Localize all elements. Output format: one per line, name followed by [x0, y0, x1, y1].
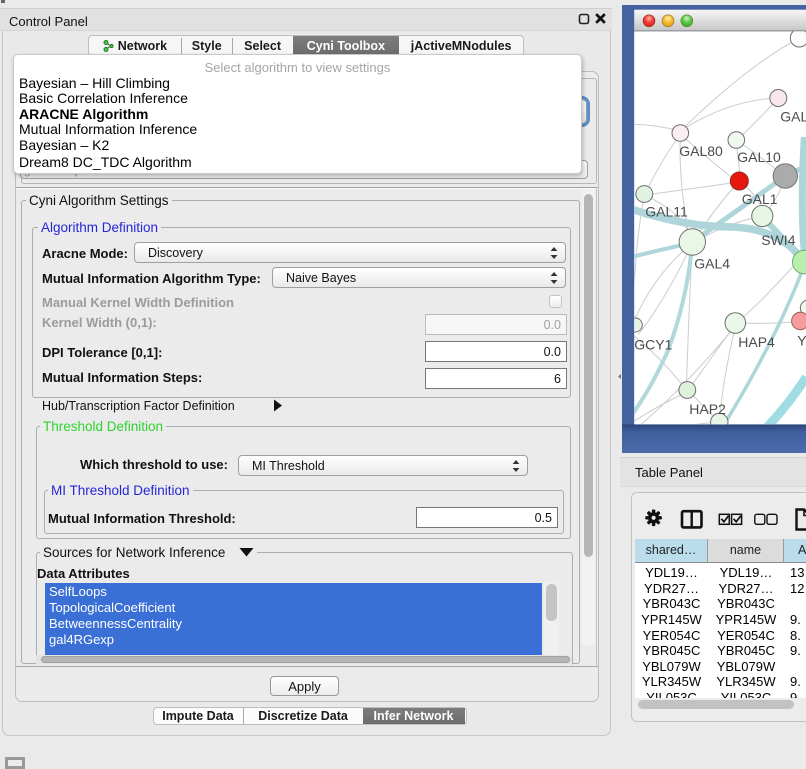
svg-text:GAL10: GAL10 — [737, 149, 781, 165]
svg-text:GAL1: GAL1 — [741, 191, 777, 207]
svg-text:GAL11: GAL11 — [645, 204, 688, 220]
svg-text:GAL: GAL — [780, 109, 806, 125]
svg-text:GAL4: GAL4 — [694, 255, 730, 271]
svg-text:HAP2: HAP2 — [689, 401, 726, 417]
svg-text:HAP4: HAP4 — [738, 334, 775, 350]
svg-text:SWI4: SWI4 — [761, 232, 795, 248]
svg-text:GCY1: GCY1 — [634, 336, 672, 352]
svg-text:GAL80: GAL80 — [679, 143, 723, 159]
svg-text:Y: Y — [797, 332, 806, 348]
